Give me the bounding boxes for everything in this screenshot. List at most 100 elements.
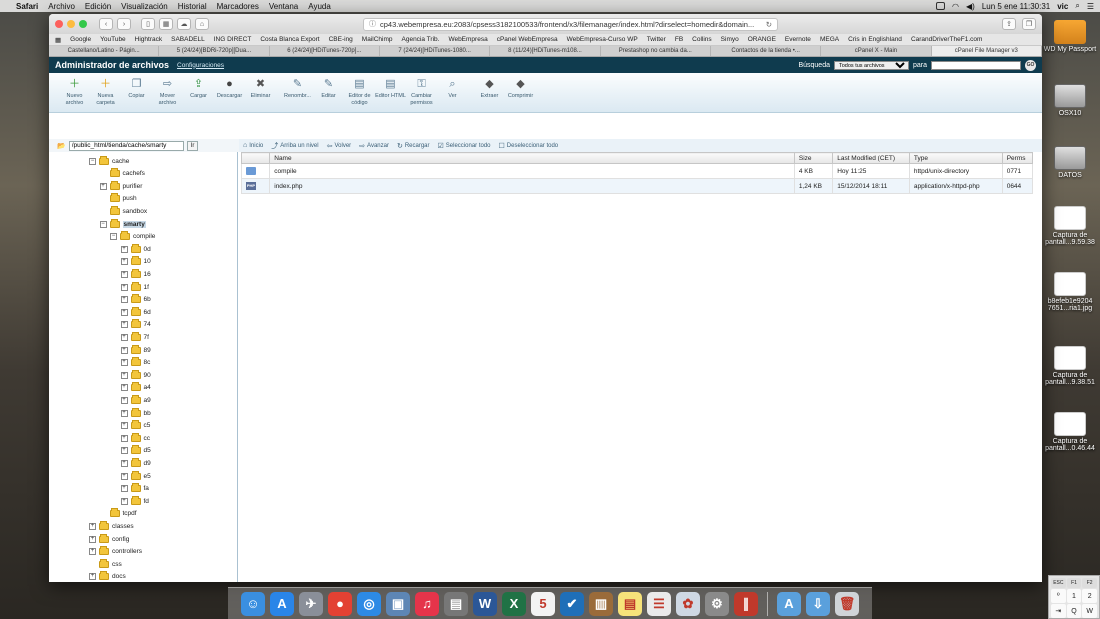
bookmark-link[interactable]: YouTube xyxy=(100,36,126,43)
expand-icon[interactable]: + xyxy=(120,497,128,505)
reminders-icon[interactable]: ✔ xyxy=(560,591,584,616)
tree-item-cc[interactable]: + cc xyxy=(120,432,150,444)
top-sites-icon[interactable]: ▦ xyxy=(159,18,173,30)
expand-icon[interactable]: + xyxy=(120,245,128,253)
bookmark-link[interactable]: SABADELL xyxy=(171,36,205,43)
search-scope-select[interactable]: Todos tus archivos xyxy=(833,60,909,70)
menu-archivo[interactable]: Archivo xyxy=(48,2,75,11)
key[interactable]: 2 xyxy=(1082,589,1097,603)
collapse-icon[interactable]: − xyxy=(89,157,96,165)
expand-icon[interactable]: + xyxy=(120,384,128,392)
calendar-icon[interactable]: 5 xyxy=(531,591,555,616)
tree-item-cache[interactable]: − cache xyxy=(89,155,129,167)
trash-icon[interactable]: 🗑 xyxy=(835,591,859,616)
browser-tab[interactable]: Prestashop no cambia da... xyxy=(601,46,711,56)
action-forward[interactable]: ⇨ Avanzar xyxy=(359,142,389,150)
browser-tab[interactable]: Castellano/Latino - Págin... xyxy=(49,46,160,56)
expand-icon[interactable]: + xyxy=(120,447,128,455)
bookmark-link[interactable]: CBE-ing xyxy=(329,36,353,43)
tree-item-a4[interactable]: + a4 xyxy=(120,382,151,394)
collapse-icon[interactable]: − xyxy=(99,220,107,228)
expand-icon[interactable]: + xyxy=(89,548,96,556)
tree-item-74[interactable]: +74 xyxy=(120,319,151,331)
action-up-level[interactable]: ⤴ Arriba un nivel xyxy=(271,141,318,151)
parallels-icon[interactable]: ∥ xyxy=(734,591,758,616)
expand-icon[interactable]: + xyxy=(120,258,128,266)
menu-visualización[interactable]: Visualización xyxy=(121,2,168,11)
show-all-bookmarks-icon[interactable]: ▦ xyxy=(55,36,61,44)
chrome-icon[interactable]: ● xyxy=(328,591,352,616)
tree-item-6d[interactable]: +6d xyxy=(120,306,151,318)
photos-icon[interactable]: ✿ xyxy=(676,591,700,616)
tree-item-c5[interactable]: + c5 xyxy=(120,420,150,432)
expand-icon[interactable]: + xyxy=(120,409,128,417)
notebook-icon[interactable]: ▥ xyxy=(589,591,613,616)
menu-ayuda[interactable]: Ayuda xyxy=(308,2,331,11)
expand-icon[interactable]: + xyxy=(120,472,128,480)
expand-icon[interactable]: + xyxy=(120,371,128,379)
toolbar-code-editor-button[interactable]: ▤ Editor de código xyxy=(344,77,375,106)
tree-item-e5[interactable]: + e5 xyxy=(120,470,151,482)
tree-item-classes[interactable]: + classes xyxy=(89,520,134,532)
safari-icon[interactable]: ◎ xyxy=(357,591,381,616)
expand-icon[interactable]: + xyxy=(120,321,128,329)
bookmark-link[interactable]: Hightrack xyxy=(135,36,162,43)
tree-item-fa[interactable]: + fa xyxy=(120,483,149,495)
bookmark-link[interactable]: Twitter xyxy=(647,36,666,43)
toolbar-view-button[interactable]: ⌕ Ver xyxy=(437,77,468,100)
key[interactable]: F1 xyxy=(1066,578,1082,588)
expand-icon[interactable]: + xyxy=(89,573,96,581)
applications-folder-icon[interactable]: A xyxy=(777,591,801,616)
tree-item-config[interactable]: + config xyxy=(89,533,129,545)
notes-icon[interactable]: ▤ xyxy=(618,591,642,616)
scanner-icon[interactable]: ▤ xyxy=(444,591,468,616)
desktop-icon[interactable]: Captura de pantall...9.59.38 xyxy=(1040,206,1100,246)
file-name[interactable]: index.php xyxy=(269,178,795,194)
key[interactable]: W xyxy=(1082,604,1097,618)
toolbar-new-folder-button[interactable]: ＋ Nueva carpeta xyxy=(90,77,121,106)
expand-icon[interactable]: + xyxy=(89,535,96,543)
menu-marcadores[interactable]: Marcadores xyxy=(217,2,259,11)
bookmark-link[interactable]: MEGA xyxy=(820,36,839,43)
bookmark-link[interactable]: Simyo xyxy=(721,36,739,43)
column-header-name[interactable]: Name xyxy=(269,152,795,164)
preview-icon[interactable]: ▣ xyxy=(386,591,410,616)
action-home[interactable]: ⌂ Inicio xyxy=(243,142,263,149)
desktop-icon[interactable]: Captura de pantall...0.46.44 xyxy=(1040,412,1100,452)
toolbar-new-file-button[interactable]: ＋ Nuevo archivo xyxy=(59,77,90,106)
app-store-icon[interactable]: A xyxy=(270,591,294,616)
desktop-icon[interactable]: DATOS xyxy=(1040,146,1100,179)
toolbar-rename-button[interactable]: ✎ Renombr... xyxy=(282,77,313,100)
expand-icon[interactable]: + xyxy=(120,434,128,442)
close-window-button[interactable] xyxy=(55,20,63,28)
bookmark-link[interactable]: Cris in Englishland xyxy=(848,36,902,43)
browser-tab[interactable]: cPanel X - Main xyxy=(821,46,932,56)
key[interactable]: ⇥ xyxy=(1051,604,1066,618)
bookmark-link[interactable]: Agencia Trib. xyxy=(402,36,440,43)
toolbar-html-editor-button[interactable]: ▤ Editor HTML xyxy=(375,77,406,100)
tree-item-7f[interactable]: +7f xyxy=(120,331,149,343)
wifi-icon[interactable]: ◠ xyxy=(952,2,959,11)
tree-item-10[interactable]: +10 xyxy=(120,256,151,268)
minimize-window-button[interactable] xyxy=(67,20,75,28)
bookmark-link[interactable]: Evernote xyxy=(785,36,811,43)
table-row[interactable]: PHP index.php 1,24 KB 15/12/2014 18:11 appli… xyxy=(240,178,1034,194)
back-button[interactable]: ‹ xyxy=(99,18,113,30)
tree-item-90[interactable]: +90 xyxy=(120,369,151,381)
desktop-icon[interactable]: b8efeb1e9204 7651...ria1.jpg xyxy=(1040,272,1100,312)
column-header-perms[interactable]: Perms xyxy=(1001,152,1034,164)
tree-item-a9[interactable]: + a9 xyxy=(120,394,151,406)
column-header-icon[interactable] xyxy=(240,152,271,164)
word-icon[interactable]: W xyxy=(473,591,497,616)
tree-item-fd[interactable]: + fd xyxy=(120,495,149,507)
tree-item-89[interactable]: +89 xyxy=(120,344,151,356)
tree-item-1f[interactable]: +1f xyxy=(120,281,149,293)
forward-button[interactable]: › xyxy=(117,18,131,30)
bookmark-link[interactable]: Costa Blanca Export xyxy=(260,36,319,43)
finder-icon[interactable]: ☺ xyxy=(241,591,265,616)
toolbar-download-button[interactable]: ● Descargar xyxy=(214,77,245,100)
expand-icon[interactable]: + xyxy=(120,333,128,341)
itunes-icon[interactable]: ♫ xyxy=(415,591,439,616)
tree-item-cachefs[interactable]: cachefs xyxy=(100,168,145,180)
key[interactable]: º xyxy=(1051,589,1066,603)
